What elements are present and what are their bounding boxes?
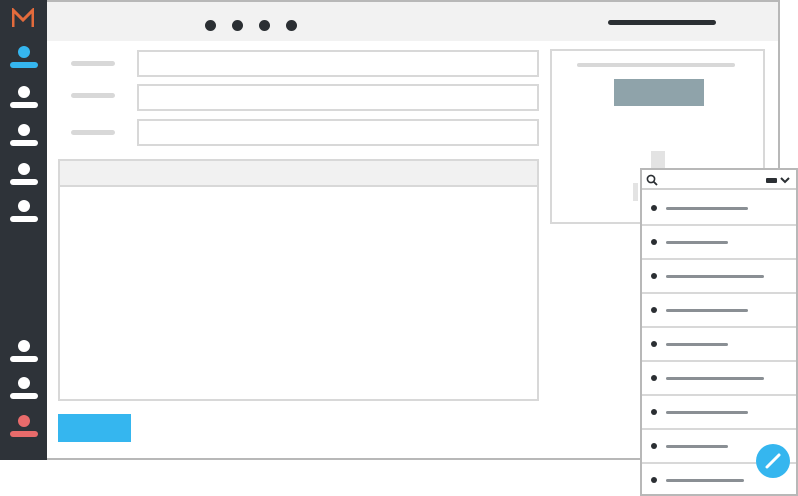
dropdown-search[interactable] — [642, 170, 796, 190]
editor-toolbar[interactable] — [60, 161, 537, 187]
text-field-1[interactable] — [137, 50, 539, 77]
title-bar — [47, 2, 778, 41]
text-field-3[interactable] — [137, 119, 539, 146]
pencil-icon — [765, 453, 781, 469]
window-title-placeholder — [608, 20, 716, 25]
list-item-placeholder — [666, 275, 764, 278]
list-item[interactable] — [642, 328, 796, 362]
sidebar-item-user-7[interactable] — [10, 377, 38, 401]
user-icon — [18, 415, 30, 427]
bullet-icon — [651, 239, 657, 245]
text-field-2[interactable] — [137, 84, 539, 111]
user-icon — [18, 124, 30, 136]
list-item-placeholder — [666, 207, 748, 210]
sidebar-item-user-8[interactable] — [10, 415, 38, 439]
bullet-icon — [651, 205, 657, 211]
list-item[interactable] — [642, 294, 796, 328]
field-label-2 — [71, 93, 115, 98]
chevron-down-icon — [780, 177, 790, 184]
logo-icon — [12, 8, 34, 27]
bullet-icon — [651, 341, 657, 347]
user-icon — [18, 200, 30, 212]
sidebar — [0, 0, 47, 460]
window-dots — [205, 20, 297, 31]
sidebar-item-user-2[interactable] — [10, 86, 38, 110]
list-item[interactable] — [642, 396, 796, 430]
panel-title-placeholder — [577, 63, 735, 67]
user-icon — [18, 340, 30, 352]
sidebar-item-user-1[interactable] — [10, 46, 38, 70]
dot-button[interactable] — [232, 20, 243, 31]
list-item-placeholder — [666, 343, 728, 346]
list-item[interactable] — [642, 192, 796, 226]
bullet-icon — [651, 409, 657, 415]
rich-text-editor[interactable] — [58, 159, 539, 401]
bullet-icon — [651, 307, 657, 313]
list-item[interactable] — [642, 260, 796, 294]
edit-fab-button[interactable] — [756, 444, 790, 478]
list-item-placeholder — [666, 377, 764, 380]
dot-button[interactable] — [259, 20, 270, 31]
user-icon — [18, 377, 30, 389]
panel-button[interactable] — [614, 79, 704, 106]
list-item[interactable] — [642, 226, 796, 260]
bullet-icon — [651, 443, 657, 449]
list-item-placeholder — [666, 241, 728, 244]
submit-button[interactable] — [58, 414, 131, 442]
panel-placeholder — [633, 183, 638, 201]
list-item[interactable] — [642, 362, 796, 396]
dot-button[interactable] — [286, 20, 297, 31]
dot-button[interactable] — [205, 20, 216, 31]
user-icon — [18, 46, 30, 58]
user-icon — [18, 163, 30, 175]
sidebar-item-user-6[interactable] — [10, 340, 38, 364]
list-item-placeholder — [666, 479, 744, 482]
selected-value-placeholder — [766, 178, 777, 183]
list-item-placeholder — [666, 445, 728, 448]
list-item-placeholder — [666, 309, 748, 312]
search-icon — [646, 174, 658, 186]
sidebar-item-user-5[interactable] — [10, 200, 38, 224]
sidebar-item-user-3[interactable] — [10, 124, 38, 148]
field-label-1 — [71, 61, 115, 66]
user-icon — [18, 86, 30, 98]
bullet-icon — [651, 477, 657, 483]
sidebar-item-user-4[interactable] — [10, 163, 38, 187]
field-label-3 — [71, 130, 115, 135]
bullet-icon — [651, 273, 657, 279]
list-item-placeholder — [666, 411, 748, 414]
app-screen — [0, 0, 798, 496]
bullet-icon — [651, 375, 657, 381]
dropdown-toggle[interactable] — [766, 174, 792, 186]
